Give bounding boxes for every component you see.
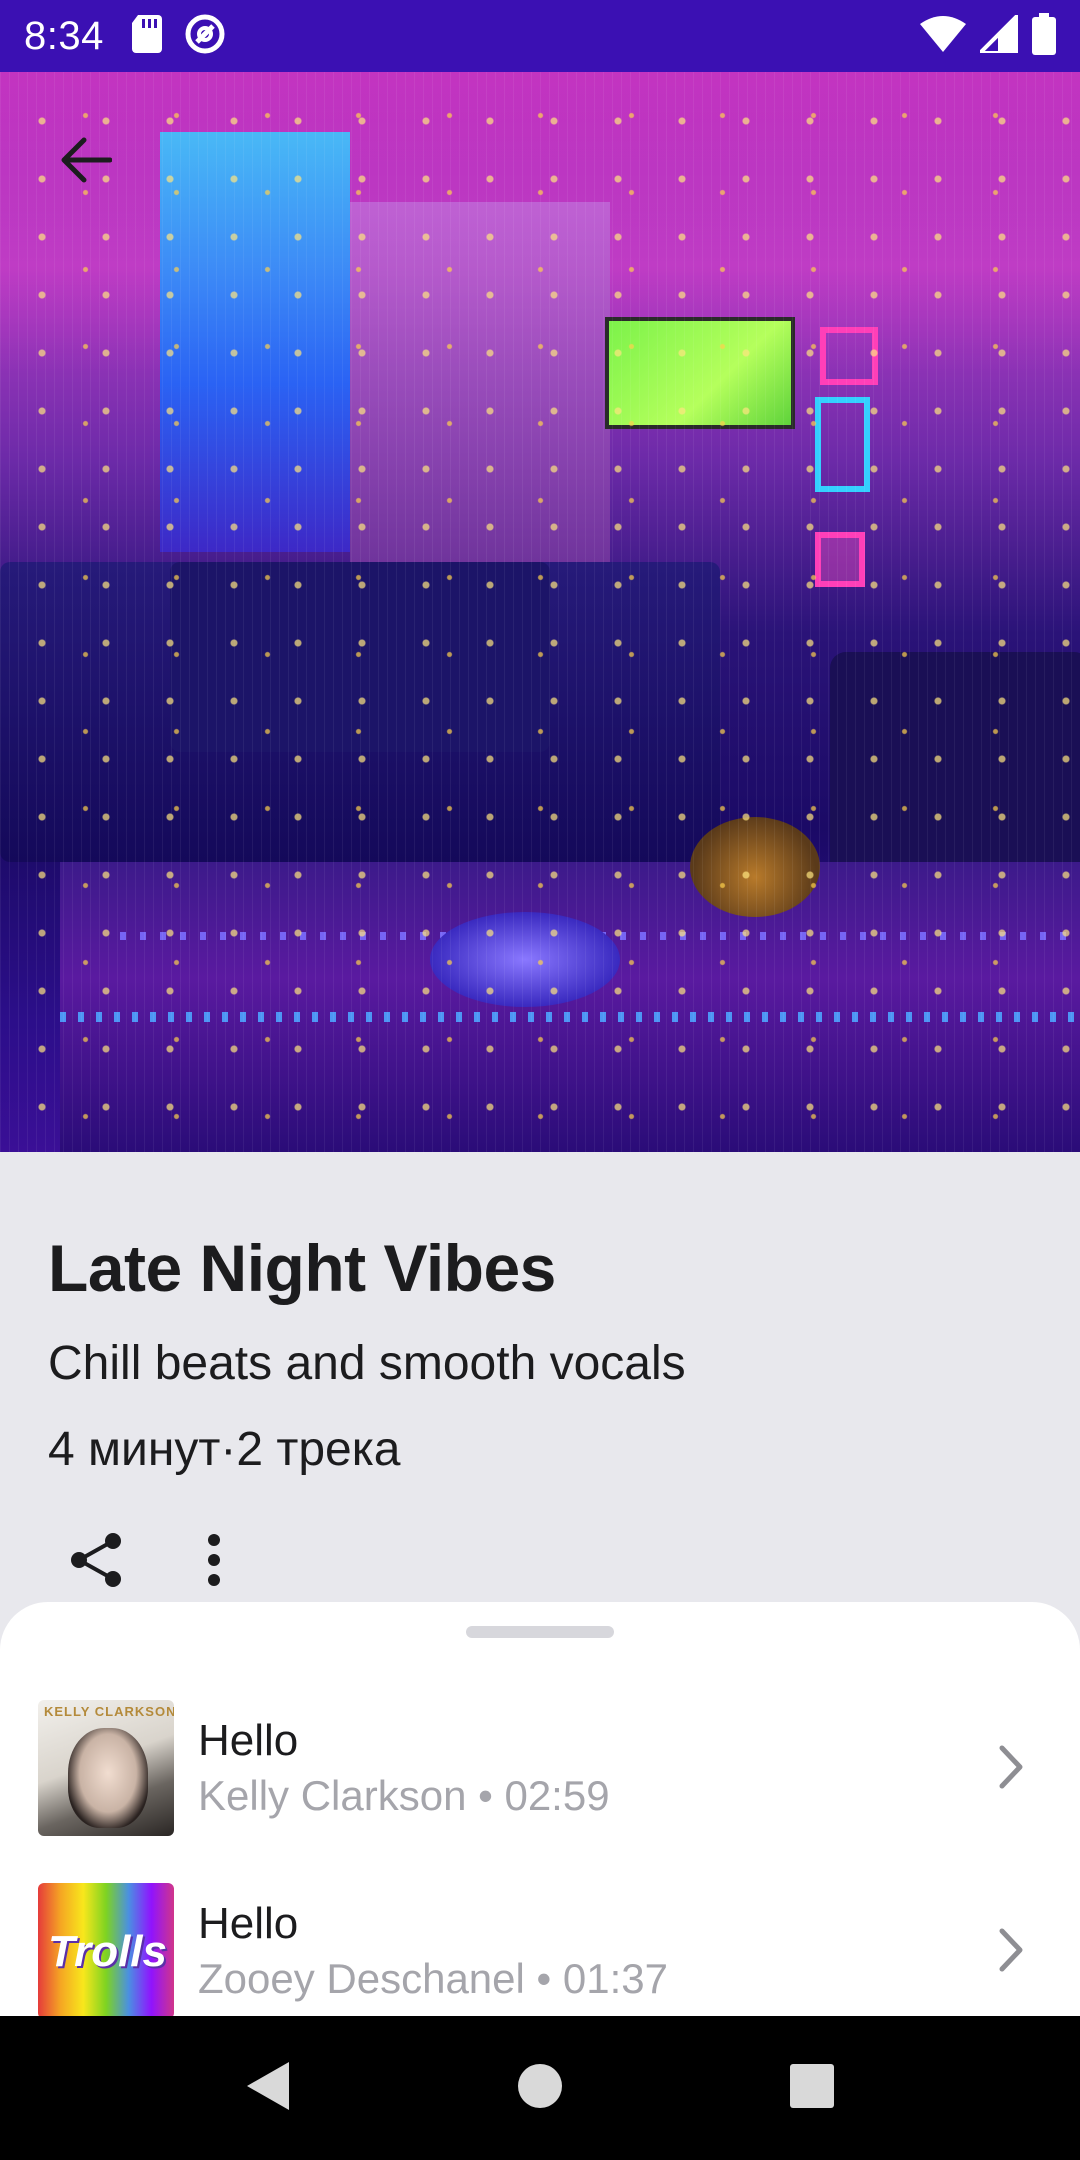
status-bar: 8:34 (0, 0, 1080, 72)
status-right-icons (920, 9, 1056, 60)
album-cover-text: KELLY CLARKSON (44, 1704, 174, 1719)
recents-square-icon (789, 2063, 835, 2114)
back-arrow-icon (60, 137, 113, 188)
chevron-right-icon (990, 1742, 1030, 1792)
album-cover: Trolls (38, 1883, 174, 2016)
back-button[interactable] (52, 128, 120, 196)
track-title: Hello (198, 1716, 299, 1765)
wifi-icon (920, 15, 966, 57)
nav-recents-button[interactable] (784, 2060, 840, 2116)
track-row[interactable]: Trolls Hello Zooey Deschanel • 01:37 (0, 1875, 1080, 2016)
tracks-sheet: KELLY CLARKSON Hello Kelly Clarkson • 02… (0, 1602, 1080, 2016)
signal-icon (975, 9, 1020, 58)
track-artist-duration: Kelly Clarkson • 02:59 (198, 1772, 610, 1819)
sheet-drag-handle[interactable] (466, 1626, 614, 1638)
track-row[interactable]: KELLY CLARKSON Hello Kelly Clarkson • 02… (0, 1692, 1080, 1842)
track-artist-duration: Zooey Deschanel • 01:37 (198, 1955, 668, 2002)
album-cover: KELLY CLARKSON (38, 1700, 174, 1836)
playlist-actions (66, 1532, 244, 1592)
back-triangle-icon (245, 2060, 291, 2117)
playlist-info: Late Night Vibes Chill beats and smooth … (0, 1152, 1080, 1622)
track-title: Hello (198, 1899, 299, 1948)
home-circle-icon (516, 2062, 564, 2115)
share-button[interactable] (66, 1532, 126, 1592)
chevron-right-icon (990, 1925, 1030, 1975)
nav-home-button[interactable] (512, 2060, 568, 2116)
battery-icon (1032, 12, 1056, 60)
album-cover-text: Trolls (48, 1927, 168, 1976)
playlist-cover-image (0, 72, 1080, 1152)
playlist-meta: 4 минут·2 трека (48, 1423, 401, 1476)
sync-icon (184, 13, 226, 60)
playlist-subtitle: Chill beats and smooth vocals (48, 1337, 686, 1390)
sd-card-icon (131, 14, 162, 58)
playlist-title: Late Night Vibes (48, 1231, 556, 1305)
system-nav-bar (0, 2016, 1080, 2160)
nav-back-button[interactable] (240, 2060, 296, 2116)
more-vertical-icon (206, 1533, 222, 1591)
status-left-icons (131, 13, 226, 60)
more-options-button[interactable] (184, 1532, 244, 1592)
status-time: 8:34 (24, 13, 104, 58)
share-icon (69, 1531, 123, 1594)
